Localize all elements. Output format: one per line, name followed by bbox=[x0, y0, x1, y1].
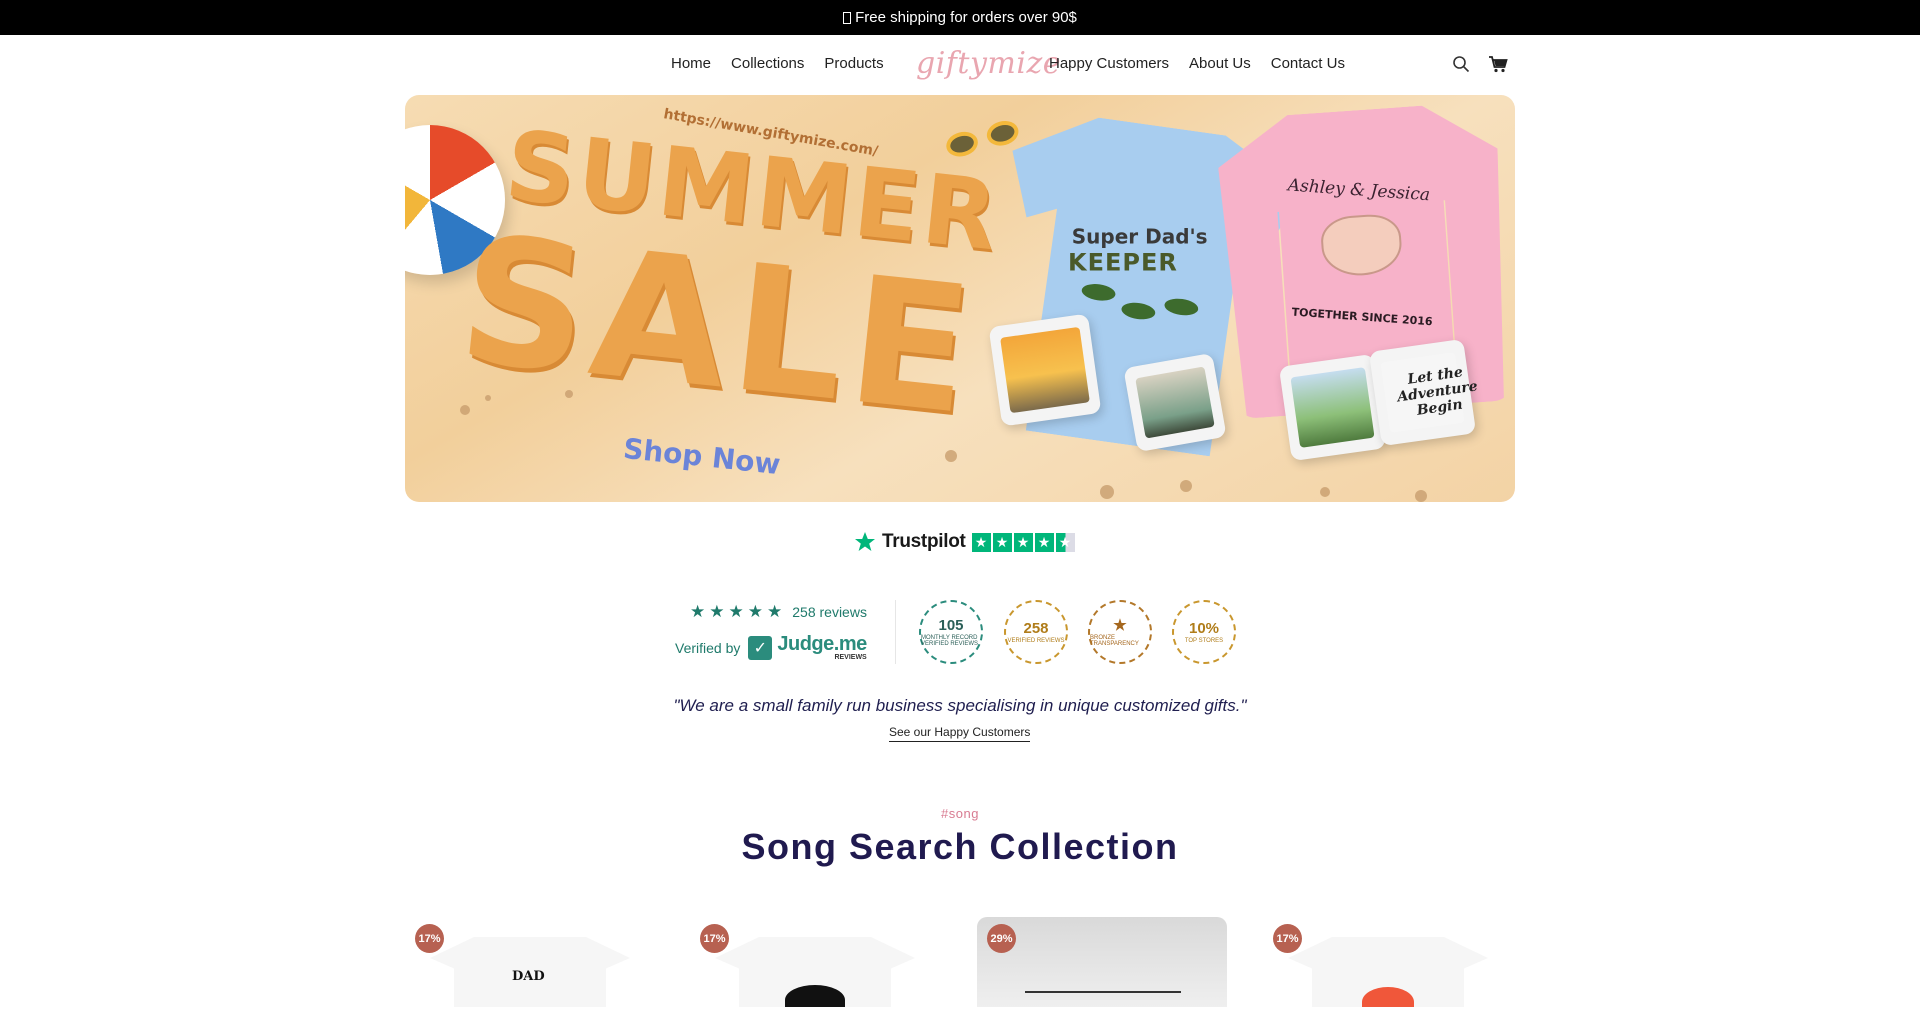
badge-caption: Bronze transparency bbox=[1090, 634, 1139, 647]
judgeme-rating[interactable]: ★ ★ ★ ★ ★ 258 reviews bbox=[690, 602, 867, 622]
hero-banner[interactable]: https://www.giftymize.com/ SUMMER SALE S… bbox=[405, 95, 1515, 502]
cart-icon[interactable] bbox=[1488, 55, 1508, 78]
trustpilot-star-icon bbox=[855, 532, 875, 551]
product-card[interactable]: 17% bbox=[690, 917, 940, 1007]
judgeme-brand: Judge.me bbox=[777, 633, 867, 655]
product-image[interactable] bbox=[1288, 937, 1488, 1007]
badge-caption: Monthly record verified reviews bbox=[921, 634, 979, 647]
discount-badge: 17% bbox=[700, 924, 729, 953]
nav-collections[interactable]: Collections bbox=[731, 55, 804, 72]
header-icons bbox=[1452, 55, 1508, 78]
site-header: Home Collections Products giftymize Happ… bbox=[0, 35, 1920, 95]
divider bbox=[895, 600, 896, 664]
collection-title: Song Search Collection bbox=[741, 826, 1179, 867]
star-icon: ★ bbox=[728, 602, 744, 621]
checkmark-icon: ✓ bbox=[748, 635, 773, 660]
main-nav-right: Happy Customers About Us Contact Us bbox=[1049, 55, 1345, 72]
site-logo[interactable]: giftymize bbox=[916, 43, 1061, 85]
product-image[interactable]: DAD bbox=[430, 937, 630, 1007]
badge-number: 10% bbox=[1188, 619, 1220, 637]
truck-icon bbox=[843, 11, 852, 24]
star-icon: ★ bbox=[1013, 532, 1033, 552]
badge-bronze-transparency[interactable]: ★ Bronze transparency bbox=[1088, 600, 1152, 664]
main-nav-left: Home Collections Products bbox=[671, 55, 884, 72]
nav-products[interactable]: Products bbox=[824, 55, 883, 72]
happy-customers-link[interactable]: See our Happy Customers bbox=[889, 725, 1031, 742]
discount-badge: 29% bbox=[987, 924, 1016, 953]
badge-number: ★ bbox=[1113, 616, 1127, 634]
mug-graphic: Let the Adventure Begin bbox=[1368, 338, 1479, 447]
badge-top-stores[interactable]: 10% Top stores bbox=[1172, 600, 1236, 664]
trustpilot-rating: ★ ★ ★ ★ ★ bbox=[971, 532, 1075, 552]
nav-contact-us[interactable]: Contact Us bbox=[1271, 55, 1345, 72]
hands-graphic bbox=[1319, 212, 1404, 279]
banner-shop-now[interactable]: Shop Now bbox=[622, 432, 782, 481]
reviews-count[interactable]: 258 reviews bbox=[792, 604, 867, 620]
nav-home[interactable]: Home bbox=[671, 55, 711, 72]
star-icon: ★ bbox=[767, 602, 783, 621]
search-icon[interactable] bbox=[1452, 55, 1470, 78]
fish-graphic bbox=[1120, 301, 1156, 322]
star-icon: ★ bbox=[971, 532, 991, 552]
badge-caption: Top stores bbox=[1184, 637, 1224, 644]
fish-graphic bbox=[1163, 297, 1199, 318]
tee-text-2: KEEPER bbox=[1067, 248, 1178, 277]
badge-verified-reviews[interactable]: 258 Verified reviews bbox=[1004, 600, 1068, 664]
brand-quote: "We are a small family run business spec… bbox=[673, 696, 1247, 715]
nav-about-us[interactable]: About Us bbox=[1189, 55, 1251, 72]
badge-number: 258 bbox=[1023, 619, 1049, 637]
badge-caption: Verified reviews bbox=[1007, 637, 1065, 644]
verified-by: Verified by ✓ Judge.me REVIEWS bbox=[675, 634, 867, 661]
product-card[interactable]: 29% bbox=[977, 917, 1227, 1007]
badge-number: 105 bbox=[938, 616, 964, 634]
product-card[interactable]: DAD 17% bbox=[405, 917, 655, 1007]
star-icon: ★ bbox=[992, 532, 1012, 552]
discount-badge: 17% bbox=[1273, 924, 1302, 953]
mug-graphic bbox=[988, 313, 1102, 427]
verified-by-label: Verified by bbox=[675, 639, 741, 656]
star-icon: ★ bbox=[690, 602, 706, 621]
star-icon: ★ bbox=[747, 602, 763, 621]
star-icon: ★ bbox=[1034, 532, 1054, 552]
sweatshirt-names: Ashley & Jessica bbox=[1287, 175, 1431, 206]
mug-graphic bbox=[1123, 352, 1227, 453]
product-print-text: DAD bbox=[512, 969, 545, 984]
sunset-graphic bbox=[1362, 987, 1414, 1007]
trustpilot-widget[interactable]: Trustpilot ★ ★ ★ ★ ★ bbox=[854, 531, 1075, 553]
collection-tag: #song bbox=[941, 806, 979, 821]
record-graphic bbox=[785, 985, 845, 1007]
sweatshirt-since: TOGETHER SINCE 2016 bbox=[1291, 305, 1433, 329]
judgeme-widget: ★ ★ ★ ★ ★ 258 reviews Verified by ✓ Judg… bbox=[675, 600, 1236, 666]
judgeme-brand-sub: REVIEWS bbox=[834, 654, 867, 661]
half-star-icon: ★ bbox=[1055, 532, 1075, 552]
announcement-text: Free shipping for orders over 90$ bbox=[855, 9, 1077, 26]
badge-monthly-record[interactable]: 105 Monthly record verified reviews bbox=[919, 600, 983, 664]
announcement-bar: Free shipping for orders over 90$ bbox=[0, 0, 1920, 35]
discount-badge: 17% bbox=[415, 924, 444, 953]
product-image[interactable] bbox=[715, 937, 915, 1007]
star-icon: ★ bbox=[709, 602, 725, 621]
mug-graphic bbox=[1278, 353, 1387, 462]
trustpilot-label: Trustpilot bbox=[882, 531, 966, 552]
product-card[interactable]: 17% bbox=[1263, 917, 1513, 1007]
nav-happy-customers[interactable]: Happy Customers bbox=[1049, 55, 1169, 72]
judgeme-logo[interactable]: ✓ Judge.me REVIEWS bbox=[748, 633, 867, 661]
tee-text-1: Super Dad's bbox=[1071, 224, 1208, 249]
mug-text: Let the Adventure Begin bbox=[1396, 364, 1479, 419]
fish-graphic bbox=[1081, 282, 1117, 303]
